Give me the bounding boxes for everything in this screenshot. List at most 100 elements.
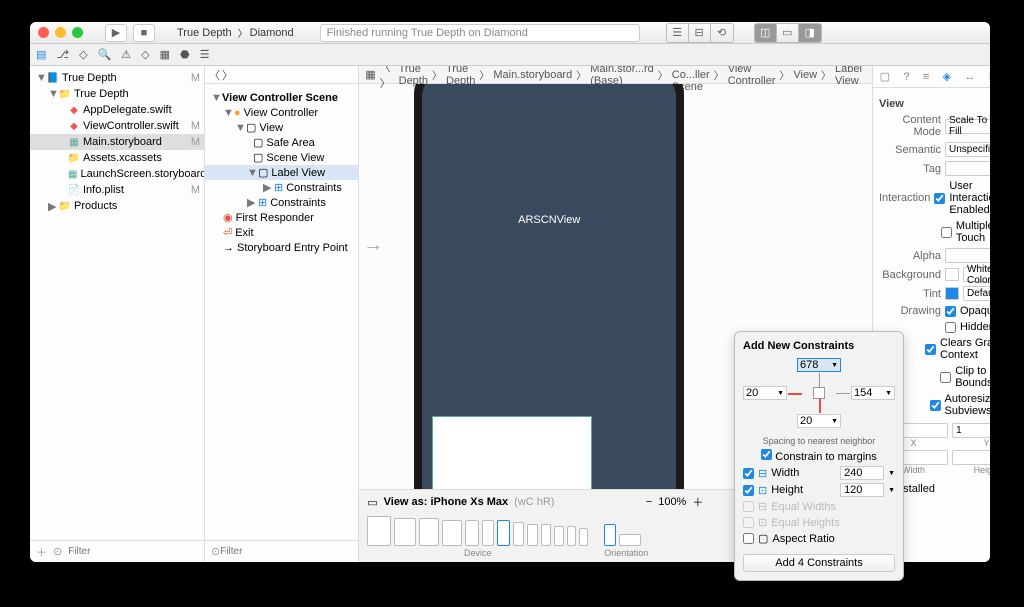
project-navigator: ▼📘True DepthM ▼📁True Depth ◆AppDelegate.… [30,66,205,562]
h-field[interactable] [952,450,990,465]
orient-caption: Orientation [604,548,648,558]
scene-header[interactable]: ▼View Controller Scene [205,90,358,105]
safe-row[interactable]: ▢Safe Area [205,135,358,150]
entry-arrow-icon: → [363,234,383,257]
zoom-out-button[interactable]: − [646,496,652,508]
pin-center-icon [813,387,825,399]
left-pin-input[interactable]: 20▼ [743,386,787,400]
run-button[interactable]: ▶ [105,24,127,42]
navigator-tabs: ▤ ⎇ ◇ 🔍 ⚠ ◇ ▦ ⬣ ☰ [30,44,990,66]
eqh-checkbox [743,517,754,528]
symbol-nav-icon[interactable]: ◇ [79,48,87,61]
find-nav-icon[interactable]: 🔍 [98,48,112,61]
view-row[interactable]: ▼▢View [205,120,358,135]
labelview-row[interactable]: ▼▢Label View [205,165,358,180]
report-nav-icon[interactable]: ☰ [200,48,210,61]
spacing-label: Spacing to nearest neighbor [743,436,895,446]
width-checkbox[interactable] [743,468,754,479]
view-section: View [879,98,990,110]
margins-checkbox[interactable] [761,449,772,460]
sceneview-row[interactable]: ▢Scene View [205,150,358,165]
issue-nav-icon[interactable]: ⚠ [121,48,131,61]
add-constraints-button[interactable]: Add 4 Constraints [743,554,895,572]
project-row[interactable]: ▼📘True DepthM [30,70,204,86]
file-row[interactable]: 📁Assets.xcassets [30,150,204,166]
file-row[interactable]: 📄Info.plistM [30,182,204,198]
content-mode-select[interactable]: Scale To Fill [945,119,990,134]
clip-checkbox[interactable] [940,372,951,383]
fwd-icon[interactable]: 〉 [222,67,233,83]
titlebar: ▶ ■ True Depth〉 Diamond Finished running… [30,22,990,44]
breakpoint-nav-icon[interactable]: ⬣ [180,48,190,61]
zoom-in-button[interactable]: ＋ [692,494,703,510]
filter-icon: ⊙ [211,545,220,558]
folder-row[interactable]: ▼📁True Depth [30,86,204,102]
device-picker[interactable] [367,516,588,546]
nav-filter[interactable] [68,546,200,557]
test-nav-icon[interactable]: ◇ [141,48,149,61]
right-strut[interactable] [836,393,850,394]
constraints-row[interactable]: ▶⊞Constraints [205,195,358,210]
aspect-checkbox[interactable] [743,533,754,544]
exit-row[interactable]: ⏎Exit [205,225,358,240]
bottom-strut[interactable] [819,399,821,413]
back-icon[interactable]: 〈 [209,67,220,83]
opaque-checkbox[interactable] [945,306,956,317]
stop-button[interactable]: ■ [133,24,155,42]
minimize-icon[interactable] [55,27,66,38]
label-view-preview[interactable] [432,416,592,489]
entry-row[interactable]: →Storyboard Entry Point [205,240,358,255]
maximize-icon[interactable] [72,27,83,38]
outline-toggle-icon[interactable]: ▭ [367,496,377,509]
alpha-field[interactable]: 1 [945,248,990,263]
height-checkbox[interactable] [743,485,754,496]
vc-row[interactable]: ▼●View Controller [205,105,358,120]
bg-swatch[interactable] [945,268,959,281]
bottom-pin-input[interactable]: 20▼ [797,414,841,428]
file-row[interactable]: ◆AppDelegate.swift [30,102,204,118]
view-as-label[interactable]: View as: iPhone Xs Max [384,496,509,508]
device-caption: Device [367,548,588,558]
top-strut[interactable] [819,373,820,387]
device-selector[interactable]: Diamond [250,27,294,39]
eqw-checkbox [743,501,754,512]
file-row-selected[interactable]: ▦Main.storyboardM [30,134,204,150]
debug-nav-icon[interactable]: ▦ [160,48,170,61]
semantic-select[interactable]: Unspecified [945,142,990,157]
uie-checkbox[interactable] [934,193,945,204]
scheme-selector[interactable]: True Depth [173,27,236,39]
tint-select[interactable]: Default [963,286,990,301]
document-outline: 〈〉 ▼View Controller Scene ▼●View Control… [205,66,359,562]
close-icon[interactable] [38,27,49,38]
add-button[interactable]: ＋ [36,544,47,560]
editor-mode[interactable]: ☰⊟⟲ [666,23,734,43]
arscn-label: ARSCNView [422,214,676,226]
outline-filter[interactable] [220,546,352,557]
y-field[interactable]: 1 [952,423,990,438]
autoresize-checkbox[interactable] [930,400,941,411]
width-input[interactable]: 240 [840,466,884,480]
right-pin-input[interactable]: 154▼ [851,386,895,400]
height-input[interactable]: 120 [840,483,884,497]
file-row[interactable]: ◆ViewController.swiftM [30,118,204,134]
panel-toggles[interactable]: ◫▭◨ [754,23,822,43]
zoom-label: 100% [658,496,686,508]
orientation-picker[interactable] [604,524,648,546]
jump-bar[interactable]: ▦〈 〉 True Depth〉True Depth〉Main.storyboa… [359,66,872,84]
mt-checkbox[interactable] [941,227,952,238]
constraints-row[interactable]: ▶⊞Constraints [205,180,358,195]
bg-select[interactable]: White Color [963,267,990,282]
tint-swatch[interactable] [945,287,959,300]
project-nav-icon[interactable]: ▤ [36,48,46,61]
first-responder-row[interactable]: ◉First Responder [205,210,358,225]
hidden-checkbox[interactable] [945,322,956,333]
left-strut[interactable] [788,393,802,395]
folder-row[interactable]: ▶📁Products [30,198,204,214]
popover-title: Add New Constraints [743,340,895,352]
top-pin-input[interactable]: 678▼ [797,358,841,372]
tag-field[interactable]: 0 [945,161,990,176]
source-control-icon[interactable]: ⎇ [56,48,69,61]
file-row[interactable]: ▦LaunchScreen.storyboard [30,166,204,182]
clears-checkbox[interactable] [925,344,936,355]
inspector-tabs[interactable]: ▢?≡◈↔⊞⊕ [873,66,990,88]
